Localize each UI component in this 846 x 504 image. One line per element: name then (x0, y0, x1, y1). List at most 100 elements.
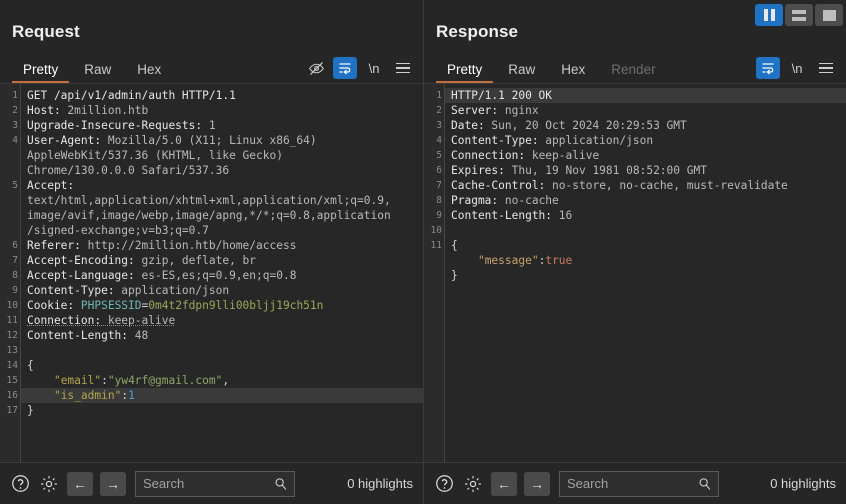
search-prev-button[interactable]: ← (67, 472, 93, 496)
newline-label: \n (792, 61, 803, 76)
search-prev-button[interactable]: ← (491, 472, 517, 496)
response-search-input[interactable] (560, 476, 765, 491)
line-number: 9 (0, 283, 20, 298)
code-line: } (451, 268, 846, 283)
line-number: 9 (424, 208, 444, 223)
request-tab-raw[interactable]: Raw (71, 62, 124, 83)
code-token: "email" (54, 374, 101, 387)
code-token: Host: (27, 104, 67, 117)
response-tool-group: \n (756, 57, 838, 79)
code-token: Server: (451, 104, 505, 117)
code-token: Content-Length: (27, 329, 135, 342)
line-number: 10 (0, 298, 20, 313)
code-line: Chrome/130.0.0.0 Safari/537.36 (27, 163, 423, 178)
eye-off-icon[interactable] (304, 57, 328, 79)
request-search-field[interactable] (135, 471, 295, 497)
code-token: Upgrade-Insecure-Requests: (27, 119, 209, 132)
layout-single-pane-button[interactable] (815, 4, 843, 26)
code-token: Accept-Encoding: (27, 254, 142, 267)
request-panel: Request Pretty Raw Hex (0, 0, 423, 504)
layout-toggle-group (755, 4, 843, 26)
newline-icon[interactable]: \n (362, 57, 386, 79)
request-tab-hex[interactable]: Hex (124, 62, 174, 83)
line-number: 4 (0, 133, 20, 148)
search-next-button[interactable]: → (524, 472, 550, 496)
gear-icon[interactable] (38, 473, 60, 495)
line-number: 5 (0, 178, 20, 193)
code-token: 1 (209, 119, 216, 132)
request-title: Request (0, 0, 423, 54)
line-number: 1 (424, 88, 444, 103)
help-icon[interactable] (433, 473, 455, 495)
line-number: 8 (424, 193, 444, 208)
layout-horizontal-split-button[interactable] (785, 4, 813, 26)
line-number: 16 (0, 388, 20, 403)
line-number: 6 (424, 163, 444, 178)
request-tab-pretty[interactable]: Pretty (10, 62, 71, 83)
word-wrap-icon[interactable] (756, 57, 780, 79)
code-token: http://2million.htb/home/access (88, 239, 297, 252)
line-number: 2 (0, 103, 20, 118)
code-line: image/avif,image/webp,image/apng,*/*;q=0… (27, 208, 423, 223)
line-number: 5 (424, 148, 444, 163)
request-search-input[interactable] (136, 476, 341, 491)
code-token: Pragma: (451, 194, 505, 207)
code-line: Content-Type: application/json (27, 283, 423, 298)
response-search-field[interactable] (559, 471, 719, 497)
response-editor[interactable]: 1234567891011 HTTP/1.1 200 OKServer: ngi… (424, 84, 846, 462)
search-next-button[interactable]: → (100, 472, 126, 496)
code-line: Accept-Encoding: gzip, deflate, br (27, 253, 423, 268)
request-code[interactable]: GET /api/v1/admin/auth HTTP/1.1Host: 2mi… (21, 84, 423, 462)
code-line: { (451, 238, 846, 253)
code-token: es-ES,es;q=0.9,en;q=0.8 (142, 269, 297, 282)
code-token: Accept: (27, 179, 74, 192)
code-token: 16 (559, 209, 572, 222)
code-token: User-Agent: (27, 134, 108, 147)
request-highlight-count: 0 highlights (347, 476, 415, 491)
vertical-split-icon (764, 9, 775, 21)
response-code[interactable]: HTTP/1.1 200 OKServer: nginxDate: Sun, 2… (445, 84, 846, 462)
code-line: Expires: Thu, 19 Nov 1981 08:52:00 GMT (451, 163, 846, 178)
line-number (0, 208, 20, 223)
code-token: no-store, no-cache, must-revalidate (552, 179, 788, 192)
code-token (27, 389, 54, 402)
line-number (0, 193, 20, 208)
response-tab-hex[interactable]: Hex (548, 62, 598, 83)
code-token: Thu, 19 Nov 1981 08:52:00 GMT (512, 164, 707, 177)
code-token: /signed-exchange;v=b3;q=0.7 (27, 224, 209, 237)
code-line: Date: Sun, 20 Oct 2024 20:29:53 GMT (451, 118, 846, 133)
response-tab-raw[interactable]: Raw (495, 62, 548, 83)
code-token: Cache-Control: (451, 179, 552, 192)
code-token: keep-alive (532, 149, 599, 162)
response-highlight-count: 0 highlights (770, 476, 838, 491)
response-line-numbers: 1234567891011 (424, 84, 445, 462)
code-token (451, 254, 478, 267)
newline-icon[interactable]: \n (785, 57, 809, 79)
request-editor[interactable]: 1234567891011121314151617 GET /api/v1/ad… (0, 84, 423, 462)
code-token: AppleWebKit/537.36 (KHTML, like Gecko) (27, 149, 283, 162)
hamburger-icon (819, 63, 833, 74)
line-number: 11 (0, 313, 20, 328)
code-token: 48 (135, 329, 148, 342)
response-tab-pretty[interactable]: Pretty (434, 62, 495, 83)
code-token: Sun, 20 Oct 2024 20:29:53 GMT (491, 119, 686, 132)
response-tab-row: Pretty Raw Hex Render \n (424, 54, 846, 84)
line-number: 8 (0, 268, 20, 283)
layout-vertical-split-button[interactable] (755, 4, 783, 26)
code-token: 1 (128, 389, 135, 402)
code-token: image/avif,image/webp,image/apng,*/*;q=0… (27, 209, 391, 222)
word-wrap-icon[interactable] (333, 57, 357, 79)
code-token: , (222, 374, 229, 387)
help-icon[interactable] (9, 473, 31, 495)
menu-icon[interactable] (391, 57, 415, 79)
code-token: "yw4rf@gmail.com" (108, 374, 223, 387)
menu-icon[interactable] (814, 57, 838, 79)
line-number: 11 (424, 238, 444, 253)
code-token: : (101, 374, 108, 387)
code-token: "message" (478, 254, 539, 267)
line-number: 4 (424, 133, 444, 148)
code-line: AppleWebKit/537.36 (KHTML, like Gecko) (27, 148, 423, 163)
code-token (27, 374, 54, 387)
gear-icon[interactable] (462, 473, 484, 495)
code-line: Server: nginx (451, 103, 846, 118)
